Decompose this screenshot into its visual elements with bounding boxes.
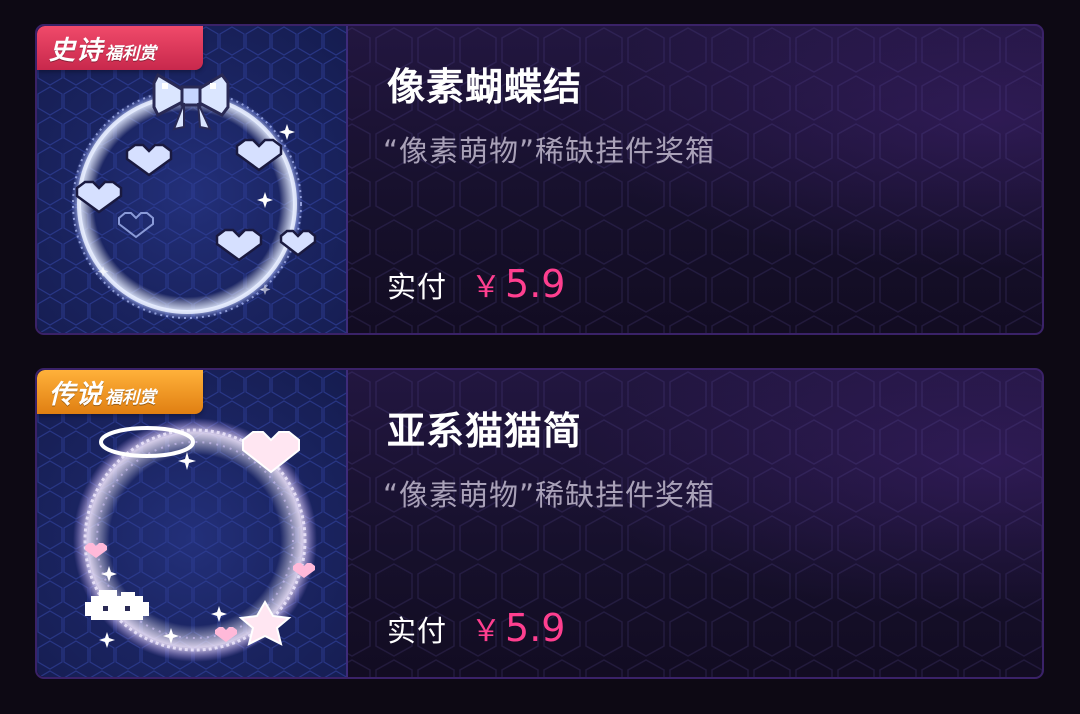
badge-sub-label: 福利赏 xyxy=(105,43,157,64)
badge-rarity-label: 传说 xyxy=(49,379,104,410)
pixel-bow-frame-icon xyxy=(37,26,346,333)
currency-symbol: ￥ xyxy=(471,270,502,305)
price-label: 实付 xyxy=(387,614,448,648)
product-title: 亚系猫猫简 xyxy=(387,409,583,453)
epic-rarity-badge: 史诗 福利赏 xyxy=(37,26,203,70)
price-value: 5.9 xyxy=(505,606,566,650)
badge-sub-label: 福利赏 xyxy=(105,387,157,408)
product-thumbnail[interactable]: 史诗 福利赏 xyxy=(37,26,348,333)
badge-rarity-label: 史诗 xyxy=(49,35,104,66)
product-thumbnail[interactable]: 传说 福利赏 xyxy=(37,370,348,677)
currency-symbol: ￥ xyxy=(471,614,502,649)
product-card-pixel-bow[interactable]: 史诗 福利赏 像素蝴蝶结 “像素萌物”稀缺挂件奖箱 实付 ￥ 5.9 xyxy=(35,24,1044,335)
price-label: 实付 xyxy=(387,270,448,304)
price-row: 实付 ￥ 5.9 xyxy=(387,262,565,306)
product-subtitle: “像素萌物”稀缺挂件奖箱 xyxy=(383,478,716,512)
product-title: 像素蝴蝶结 xyxy=(387,65,583,109)
price-row: 实付 ￥ 5.9 xyxy=(387,606,565,650)
product-card-cat-frame[interactable]: 传说 福利赏 亚系猫猫简 “像素萌物”稀缺挂件奖箱 实付 ￥ 5.9 xyxy=(35,368,1044,679)
pixel-halo-frame-icon xyxy=(37,370,346,677)
product-subtitle: “像素萌物”稀缺挂件奖箱 xyxy=(383,134,716,168)
legendary-rarity-badge: 传说 福利赏 xyxy=(37,370,203,414)
price-value: 5.9 xyxy=(505,262,566,306)
